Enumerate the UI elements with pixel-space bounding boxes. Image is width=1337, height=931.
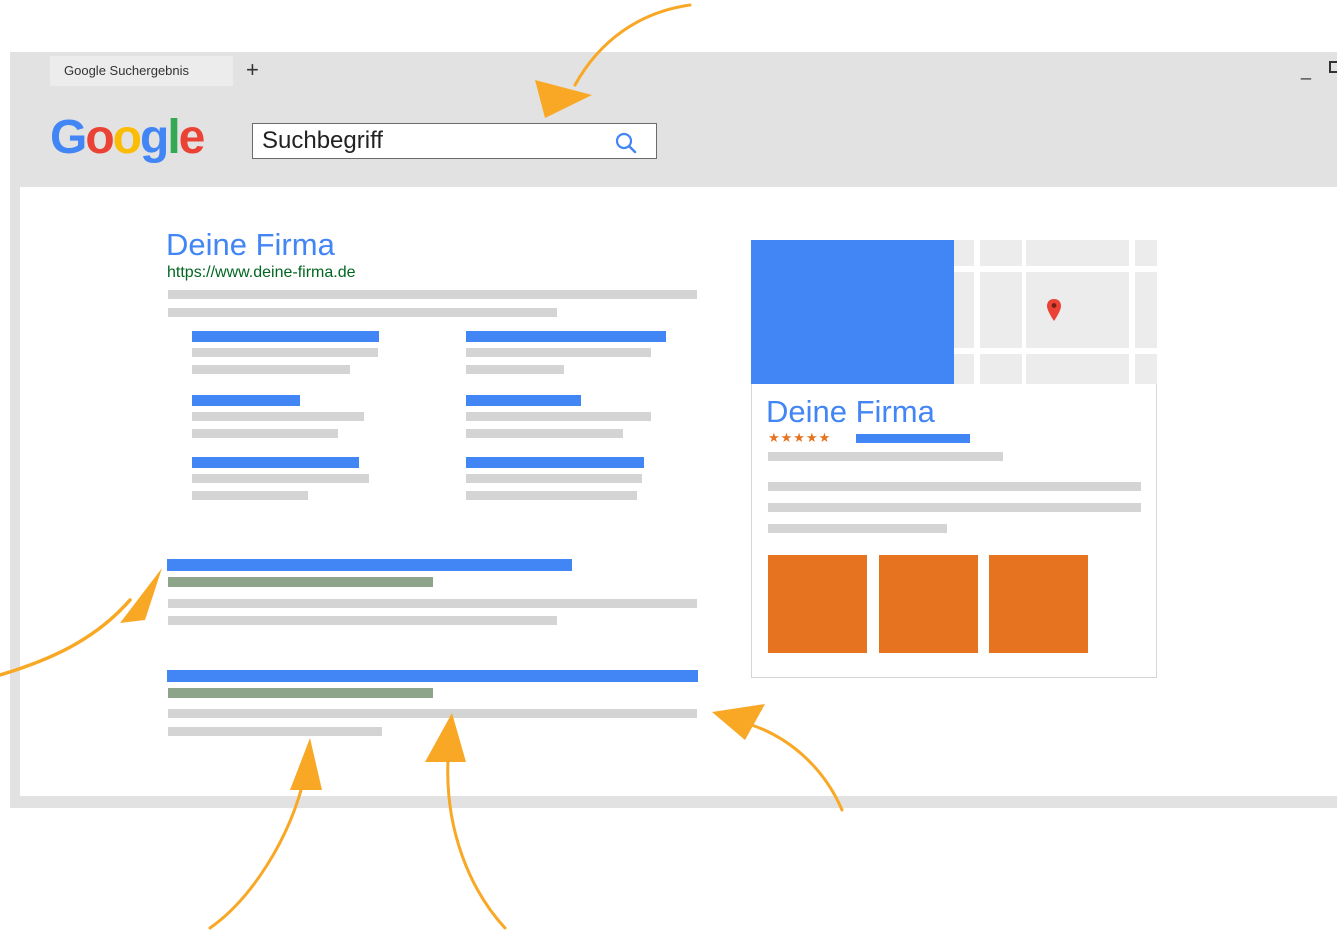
snippet-line (168, 308, 557, 317)
logo-letter: G (50, 111, 87, 164)
rating-stars: ★★★★★ (768, 430, 832, 445)
sitelink[interactable] (192, 395, 300, 406)
sitelink-snippet (192, 412, 364, 421)
google-logo[interactable]: Google (50, 108, 206, 168)
panel-photo[interactable] (751, 240, 954, 384)
result-title-link[interactable] (167, 670, 698, 682)
sitelink-snippet (466, 474, 642, 483)
snippet-line (168, 616, 557, 625)
sitelink[interactable] (466, 457, 644, 468)
panel-info-line (768, 482, 1141, 491)
search-input[interactable] (262, 125, 582, 157)
search-icon[interactable] (612, 129, 640, 157)
result-url[interactable] (168, 688, 433, 698)
result-url[interactable] (168, 577, 433, 587)
logo-letter: e (178, 111, 206, 164)
sitelink-snippet (466, 348, 651, 357)
reviews-link[interactable] (856, 434, 970, 443)
sitelink-snippet (192, 429, 338, 438)
snippet-line (168, 709, 697, 718)
panel-photo-thumbnail[interactable] (768, 555, 867, 653)
new-tab-button[interactable]: + (246, 56, 259, 84)
sitelink[interactable] (466, 395, 581, 406)
panel-photo-thumbnail[interactable] (879, 555, 978, 653)
sitelink-snippet (192, 474, 369, 483)
result-title-link[interactable] (167, 559, 572, 571)
sitelink[interactable] (192, 457, 359, 468)
panel-category-line (768, 452, 1003, 461)
snippet-line (168, 599, 697, 608)
browser-tab[interactable]: Google Suchergebnis (50, 56, 233, 86)
sitelink-snippet (466, 429, 623, 438)
minimize-button[interactable]: _ (1301, 60, 1311, 81)
sitelink-snippet (192, 491, 308, 500)
snippet-line (168, 727, 382, 736)
sitelink-snippet (192, 348, 378, 357)
map-pin-icon (1047, 299, 1061, 321)
logo-letter: o (112, 111, 142, 164)
logo-letter: o (85, 111, 114, 164)
sitelink-snippet (192, 365, 350, 374)
panel-business-name[interactable]: Deine Firma (766, 394, 935, 430)
result-url[interactable]: https://www.deine-firma.de (167, 263, 356, 283)
logo-letter: g (140, 111, 169, 164)
sitelink-snippet (466, 491, 637, 500)
maximize-button[interactable] (1329, 61, 1337, 73)
logo-letter: l (167, 111, 180, 164)
sitelink-snippet (466, 365, 564, 374)
sitelink[interactable] (192, 331, 379, 342)
sitelink-snippet (466, 412, 651, 421)
panel-info-line (768, 503, 1141, 512)
sitelink[interactable] (466, 331, 666, 342)
snippet-line (168, 290, 697, 299)
panel-photo-thumbnail[interactable] (989, 555, 1088, 653)
panel-info-line (768, 524, 947, 533)
result-title-link[interactable]: Deine Firma (166, 226, 335, 264)
